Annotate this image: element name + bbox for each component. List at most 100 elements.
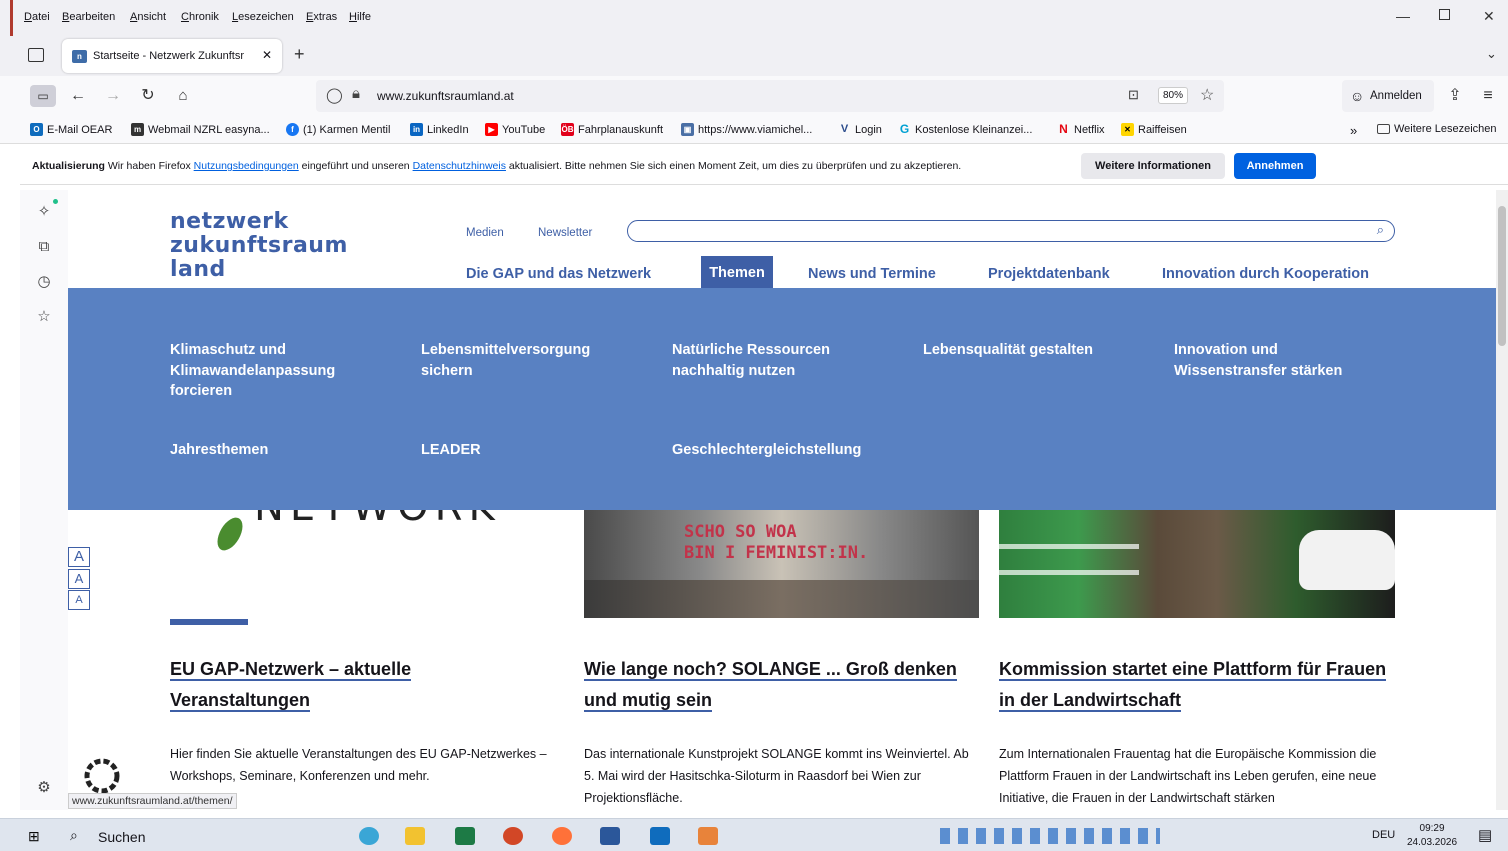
bookmark-raiffeisen[interactable]: ✕ Raiffeisen: [1121, 123, 1187, 136]
cookie-settings-icon[interactable]: [82, 756, 122, 796]
url-text[interactable]: www.zukunftsraumland.at: [377, 89, 514, 103]
menu-chronik[interactable]: Chronik: [181, 11, 219, 23]
app-icon[interactable]: [698, 827, 718, 845]
site-logo[interactable]: netzwerk zukunftsraum land: [170, 210, 348, 282]
terms-link[interactable]: Nutzungsbedingungen: [194, 160, 299, 172]
edge-icon[interactable]: [359, 827, 379, 845]
forward-icon[interactable]: →: [101, 85, 125, 107]
mega-item-leader[interactable]: LEADER: [421, 440, 621, 461]
bookmark-viamichel[interactable]: ▣ https://www.viamichel...: [681, 123, 812, 136]
bookmark-linkedin[interactable]: in LinkedIn: [410, 123, 469, 136]
bookmark-star-icon[interactable]: ☆: [1200, 85, 1214, 105]
ai-sparkle-icon[interactable]: ✧: [34, 202, 54, 222]
zoom-level[interactable]: 80%: [1158, 87, 1189, 104]
extensions-icon[interactable]: ⇪: [1443, 85, 1467, 107]
more-info-button[interactable]: Weitere Informationen: [1081, 153, 1225, 179]
menu-bearbeiten[interactable]: Bearbeiten: [62, 11, 115, 23]
link-medien[interactable]: Medien: [466, 227, 504, 239]
taskbar-search[interactable]: ⌕ Suchen: [62, 823, 332, 849]
image-caption: SCHO SO WOA BIN I FEMINIST:IN.: [684, 522, 869, 563]
minimize-icon[interactable]: —: [1396, 8, 1410, 24]
font-size-small-button[interactable]: A: [68, 590, 90, 610]
site-search-input[interactable]: ⌕: [627, 220, 1395, 242]
bookmark-netflix[interactable]: N Netflix: [1057, 123, 1104, 136]
reader-view-icon[interactable]: ⊡: [1128, 87, 1139, 103]
tab-bar: n Startseite - Netzwerk Zukunftsr ✕ + ⌄: [0, 36, 1508, 76]
menu-ansicht[interactable]: Ansicht: [130, 11, 166, 23]
bookmark-kleinanzeigen[interactable]: G Kostenlose Kleinanzei...: [898, 123, 1033, 136]
article-title-3[interactable]: Kommission startet eine Plattform für Fr…: [999, 654, 1399, 716]
file-explorer-icon[interactable]: [405, 827, 425, 845]
mega-item-lebensqualitaet[interactable]: Lebensqualität gestalten: [923, 340, 1123, 361]
tab-overview-icon[interactable]: [28, 48, 44, 62]
nav-innovation[interactable]: Innovation durch Kooperation: [1162, 266, 1369, 282]
maximize-icon[interactable]: [1439, 9, 1450, 20]
facebook-icon: f: [286, 123, 299, 136]
sidebar-toggle-icon[interactable]: ▭: [30, 85, 56, 107]
article-title-2[interactable]: Wie lange noch? SOLANGE ... Groß denken …: [584, 654, 964, 716]
word-icon[interactable]: [600, 827, 620, 845]
signin-button[interactable]: ☺ Anmelden: [1342, 80, 1434, 112]
tab-startseite[interactable]: n Startseite - Netzwerk Zukunftsr ✕: [62, 39, 282, 73]
mega-item-jahresthemen[interactable]: Jahresthemen: [170, 440, 370, 461]
menu-datei[interactable]: Datei: [24, 11, 50, 23]
home-icon[interactable]: ⌂: [171, 85, 195, 107]
page-scrollbar[interactable]: [1496, 190, 1508, 810]
menu-hilfe[interactable]: Hilfe: [349, 11, 371, 23]
bookmark-facebook[interactable]: f (1) Karmen Mentil: [286, 123, 390, 136]
url-bar[interactable]: ◯ 🔒︎ www.zukunftsraumland.at ⊡ 80% ☆: [316, 80, 1224, 112]
firefox-icon[interactable]: [552, 827, 572, 845]
scrollbar-thumb[interactable]: [1498, 206, 1506, 346]
bookmark-youtube[interactable]: ▶ YouTube: [485, 123, 545, 136]
settings-gear-icon[interactable]: ⚙: [34, 778, 54, 798]
tracking-shield-icon[interactable]: ◯: [326, 86, 343, 104]
nav-themen[interactable]: Themen: [701, 256, 773, 288]
reload-icon[interactable]: ↻: [136, 85, 160, 107]
menu-lesezeichen[interactable]: Lesezeichen: [232, 11, 294, 23]
lock-icon[interactable]: 🔒︎: [352, 85, 360, 102]
bookmark-fahrplan[interactable]: ÖB Fahrplanauskunft: [561, 123, 663, 136]
bookmark-login[interactable]: V Login: [838, 123, 882, 136]
tab-close-icon[interactable]: ✕: [262, 48, 272, 62]
article-title-1[interactable]: EU GAP-Netzwerk – aktuelle Veranstaltung…: [170, 654, 550, 716]
history-icon[interactable]: ◷: [34, 272, 54, 292]
bookmark-webmail[interactable]: m Webmail NZRL easyna...: [131, 123, 270, 136]
windows-start-icon[interactable]: ⊞: [28, 828, 40, 845]
mega-item-klimaschutz[interactable]: Klimaschutz und Klimawandelanpassung for…: [170, 340, 370, 402]
mega-item-gleichstellung[interactable]: Geschlechtergleichstellung: [672, 440, 912, 461]
update-notification-bar: Aktualisierung Wir haben Firefox Nutzung…: [20, 147, 1508, 185]
chevron-down-icon[interactable]: ⌄: [1486, 46, 1497, 62]
clock[interactable]: 09:29 24.03.2026: [1407, 822, 1457, 850]
system-tray-icons[interactable]: [940, 828, 1160, 844]
nav-gap-netzwerk[interactable]: Die GAP und das Netzwerk: [466, 266, 651, 282]
bookmark-folder-more[interactable]: Weitere Lesezeichen: [1377, 123, 1497, 135]
linkedin-icon: in: [410, 123, 423, 136]
folder-icon: [1377, 124, 1390, 134]
new-tab-button[interactable]: +: [294, 44, 305, 65]
mega-item-lebensmittel[interactable]: Lebensmittelversorgung sichern: [421, 340, 621, 381]
powerpoint-icon[interactable]: [503, 827, 523, 845]
hamburger-menu-icon[interactable]: ≡: [1476, 85, 1500, 107]
privacy-link[interactable]: Datenschutzhinweis: [413, 160, 506, 172]
bookmarks-overflow-icon[interactable]: »: [1350, 123, 1357, 138]
mega-item-innovation[interactable]: Innovation und Wissenstransfer stärken: [1174, 340, 1374, 381]
windows-taskbar: ⊞ ⌕ Suchen DEU 09:29 24.03.2026 ▤: [0, 818, 1508, 851]
menu-extras[interactable]: Extras: [306, 11, 337, 23]
outlook-icon[interactable]: [650, 827, 670, 845]
search-icon[interactable]: ⌕: [1377, 222, 1384, 238]
language-indicator[interactable]: DEU: [1372, 829, 1395, 841]
bookmarks-icon[interactable]: ☆: [34, 307, 54, 327]
mega-item-ressourcen[interactable]: Natürliche Ressourcen nachhaltig nutzen: [672, 340, 872, 381]
close-icon[interactable]: ✕: [1483, 8, 1495, 25]
back-icon[interactable]: ←: [66, 85, 90, 107]
nav-news-termine[interactable]: News und Termine: [808, 266, 936, 282]
link-newsletter[interactable]: Newsletter: [538, 227, 592, 239]
synced-tabs-icon[interactable]: ⧉: [34, 238, 54, 258]
accept-button[interactable]: Annehmen: [1234, 153, 1316, 179]
nav-projektdatenbank[interactable]: Projektdatenbank: [988, 266, 1110, 282]
bookmark-email-oear[interactable]: O E-Mail OEAR: [30, 123, 112, 136]
font-size-medium-button[interactable]: A: [68, 569, 90, 589]
font-size-large-button[interactable]: A: [68, 547, 90, 567]
excel-icon[interactable]: [455, 827, 475, 845]
notifications-icon[interactable]: ▤: [1478, 826, 1492, 844]
